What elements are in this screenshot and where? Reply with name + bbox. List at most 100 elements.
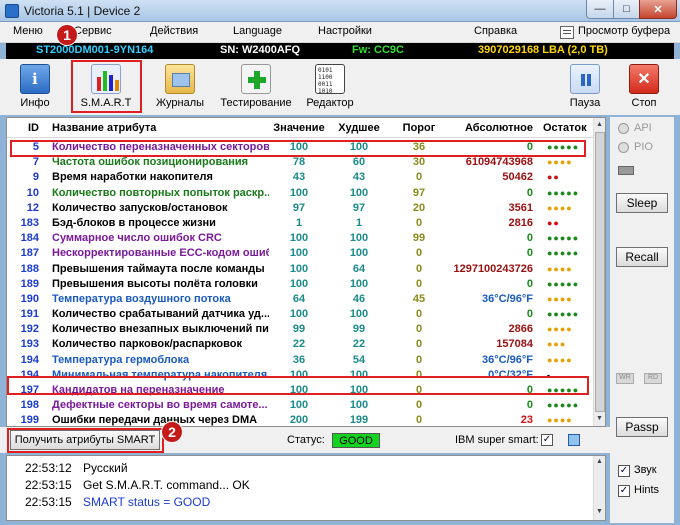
- minimize-button[interactable]: —: [586, 0, 614, 19]
- scroll-down-icon[interactable]: ▼: [596, 415, 603, 422]
- log-message: Get S.M.A.R.T. command... OK: [83, 478, 250, 492]
- info-button[interactable]: i Инфо: [5, 62, 65, 112]
- table-row[interactable]: 7 Частота ошибок позиционирования 78 60 30 61…: [7, 155, 593, 170]
- cell-threshold: 0: [415, 338, 423, 351]
- cell-worst: 54: [352, 353, 366, 366]
- table-row[interactable]: 193 Количество парковок/распарковок 22 22 0 1…: [7, 337, 593, 352]
- cell-id: 187: [20, 247, 39, 260]
- cell-value: 100: [289, 277, 309, 290]
- cell-id: 190: [20, 292, 39, 305]
- cell-worst: 100: [349, 186, 369, 199]
- cell-value: 97: [292, 201, 306, 214]
- cell-health: ●●●●●: [547, 248, 580, 259]
- cell-raw: 1297100243726: [453, 262, 533, 275]
- cell-health: ●●●●: [547, 157, 573, 168]
- cell-threshold: 20: [412, 201, 426, 214]
- status-label: Статус:: [287, 434, 325, 446]
- sound-checkbox[interactable]: ✓: [618, 465, 630, 477]
- cell-name: Температура гермоблока: [52, 353, 190, 366]
- title-bar: Victoria 5.1 | Device 2: [0, 0, 680, 22]
- testing-button[interactable]: Тестирование: [218, 62, 294, 112]
- col-health[interactable]: Остаток: [533, 118, 593, 137]
- cell-health: ●●●●●: [547, 309, 580, 320]
- table-row[interactable]: 190 Температура воздушного потока 64 46 45 36…: [7, 292, 593, 307]
- pause-button[interactable]: Пауза: [555, 62, 615, 112]
- close-button[interactable]: ✕: [639, 0, 677, 19]
- editor-button[interactable]: 0101 1100 0011 1010 Редактор: [300, 62, 360, 112]
- table-scrollbar[interactable]: ▲ ▼: [593, 118, 605, 426]
- api-radio[interactable]: [618, 123, 629, 134]
- pio-radio[interactable]: [618, 142, 629, 153]
- pause-label: Пауза: [569, 97, 601, 109]
- journals-label: Журналы: [155, 97, 205, 109]
- journals-button[interactable]: Журналы: [150, 62, 210, 112]
- menu-buffer-view[interactable]: Просмотр буфера: [578, 25, 670, 37]
- col-threshold[interactable]: Порог: [389, 118, 449, 137]
- table-row[interactable]: 194 Температура гермоблока 36 54 0 36°C/96°F ●…: [7, 353, 593, 368]
- scroll-thumb[interactable]: [595, 132, 605, 412]
- menu-service[interactable]: Сервис: [74, 25, 112, 37]
- table-row[interactable]: 9 Время наработки накопителя 43 43 0 50462 ●●: [7, 170, 593, 185]
- stop-button[interactable]: ✕ Стоп: [614, 62, 674, 112]
- cell-threshold: 0: [415, 308, 423, 321]
- maximize-button[interactable]: □: [613, 0, 640, 19]
- menu-language[interactable]: Language: [233, 25, 282, 37]
- table-row[interactable]: 189 Превышения высоты полёта головки 100 10…: [7, 277, 593, 292]
- recall-button[interactable]: Recall: [616, 247, 668, 267]
- sleep-button[interactable]: Sleep: [616, 193, 668, 213]
- table-row[interactable]: 12 Количество запусков/остановок 97 97 20 356…: [7, 201, 593, 216]
- cell-worst: 97: [352, 201, 366, 214]
- col-value[interactable]: Значение: [269, 118, 329, 137]
- cell-threshold: 0: [415, 323, 423, 336]
- log-entry: 22:53:15 SMART status = GOOD: [7, 494, 605, 511]
- cell-raw: 36°C/96°F: [482, 353, 533, 366]
- log-scroll-down-icon[interactable]: ▼: [596, 508, 603, 515]
- table-row[interactable]: 198 Дефектные секторы во время самоте... 1…: [7, 398, 593, 413]
- scroll-up-icon[interactable]: ▲: [596, 121, 603, 128]
- ibm-color-swatch[interactable]: [568, 434, 580, 446]
- table-row[interactable]: 184 Суммарное число ошибок CRC 100 100 99 0 ●●…: [7, 231, 593, 246]
- cell-health: ●●●●●: [547, 278, 580, 289]
- cell-raw: 0: [526, 232, 533, 245]
- table-row[interactable]: 183 Бэд-блоков в процессе жизни 1 1 0 2816 ●●: [7, 216, 593, 231]
- menu-actions[interactable]: Действия: [150, 25, 198, 37]
- col-worst[interactable]: Худшее: [329, 118, 389, 137]
- cell-raw: 0: [526, 308, 533, 321]
- menu-help[interactable]: Справка: [474, 25, 517, 37]
- table-row[interactable]: 10 Количество повторных попыток раскр... 1…: [7, 186, 593, 201]
- cell-value: 100: [289, 308, 309, 321]
- app-icon: [5, 4, 19, 18]
- table-row[interactable]: 187 Нескорректированные ECC-кодом ошиб...…: [7, 246, 593, 261]
- table-row[interactable]: 188 Превышения таймаута после команды 100 6…: [7, 262, 593, 277]
- passp-button[interactable]: Passp: [616, 417, 668, 437]
- ibm-smart-checkbox[interactable]: ✓: [541, 434, 553, 446]
- cell-worst: 22: [352, 338, 366, 351]
- cell-id: 188: [20, 262, 39, 275]
- col-name[interactable]: Название атрибута: [43, 118, 269, 137]
- col-id[interactable]: ID: [7, 118, 43, 137]
- cell-value: 100: [289, 232, 309, 245]
- hints-checkbox[interactable]: ✓: [618, 485, 630, 497]
- log-scrollbar[interactable]: ▲ ▼: [593, 456, 605, 520]
- cell-threshold: 0: [415, 353, 423, 366]
- cell-raw: 2866: [508, 323, 533, 336]
- table-row[interactable]: 191 Количество срабатываний датчика уд...…: [7, 307, 593, 322]
- cell-id: 10: [26, 186, 39, 199]
- table-row[interactable]: 192 Количество внезапных выключений пи...…: [7, 322, 593, 337]
- menu-main[interactable]: Меню: [13, 25, 43, 37]
- folder-icon: [165, 64, 195, 94]
- editor-label: Редактор: [306, 97, 354, 109]
- log-time: 22:53:15: [25, 478, 72, 492]
- row-5-highlight: [10, 140, 586, 157]
- cell-name: Суммарное число ошибок CRC: [52, 232, 222, 245]
- log-time: 22:53:15: [25, 495, 72, 509]
- cell-name: Бэд-блоков в процессе жизни: [52, 216, 216, 229]
- cell-raw: 36°C/96°F: [482, 292, 533, 305]
- device-model: ST2000DM001-9YN164: [36, 44, 154, 56]
- cell-threshold: 99: [412, 232, 426, 245]
- table-header: ID Название атрибута Значение Худшее Пор…: [7, 118, 593, 138]
- col-raw[interactable]: Абсолютное: [449, 118, 533, 137]
- log-scroll-up-icon[interactable]: ▲: [596, 458, 603, 465]
- rd-indicator: RD: [644, 373, 662, 384]
- menu-settings[interactable]: Настройки: [318, 25, 372, 37]
